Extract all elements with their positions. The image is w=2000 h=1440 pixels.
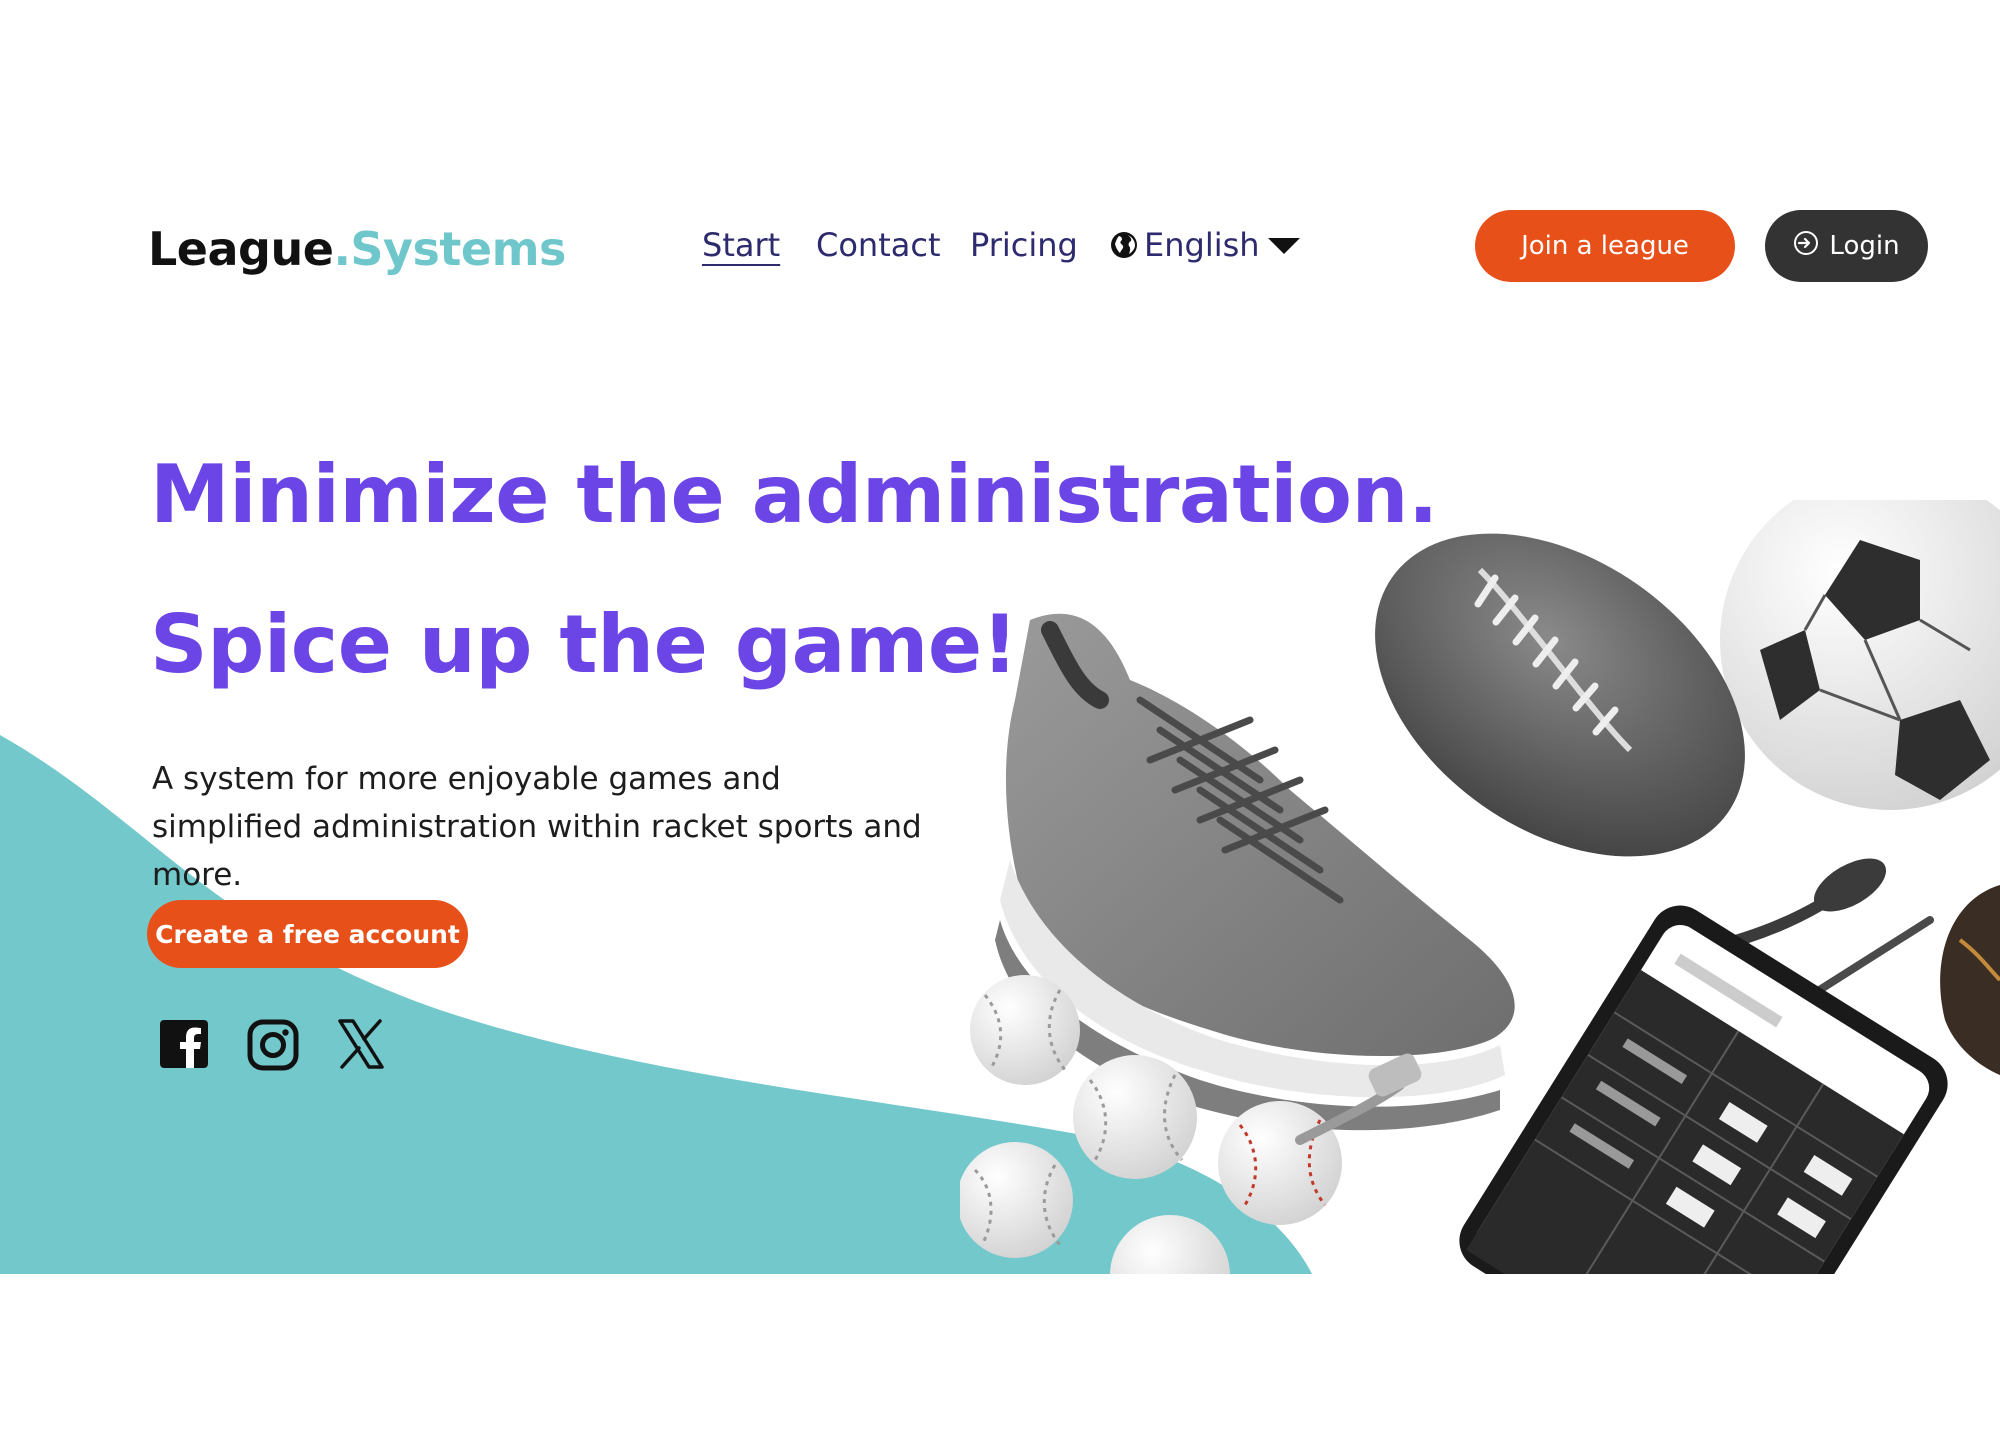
x-icon[interactable] (336, 1018, 386, 1074)
hero-section: League.Systems Start Contact Pricing Eng… (0, 0, 2000, 1274)
create-account-button[interactable]: Create a free account (147, 900, 468, 968)
brand-logo-dot: . (333, 222, 351, 276)
brand-logo-part-2: Systems (350, 222, 566, 276)
join-league-label: Join a league (1521, 231, 1689, 261)
brand-logo-part-1: League (148, 222, 334, 276)
nav-link-pricing[interactable]: Pricing (970, 226, 1078, 264)
login-button[interactable]: Login (1765, 210, 1928, 282)
sports-equipment-image (960, 500, 2000, 1274)
join-league-button[interactable]: Join a league (1475, 210, 1735, 282)
nav-link-contact[interactable]: Contact (816, 226, 941, 264)
instagram-icon[interactable] (246, 1018, 300, 1076)
caret-down-icon (1266, 234, 1302, 256)
nav-link-start[interactable]: Start (702, 226, 780, 264)
brand-logo[interactable]: League.Systems (148, 222, 566, 276)
language-label: English (1144, 226, 1260, 264)
language-selector[interactable]: English (1110, 226, 1302, 264)
facebook-icon[interactable] (158, 1018, 210, 1074)
hero-description: A system for more enjoyable games and si… (152, 761, 922, 893)
create-account-label: Create a free account (155, 919, 460, 949)
hero-headline-2: Spice up the game! (150, 598, 1018, 691)
globe-icon (1110, 231, 1138, 259)
login-label: Login (1829, 231, 1900, 261)
sign-in-icon (1793, 230, 1819, 263)
